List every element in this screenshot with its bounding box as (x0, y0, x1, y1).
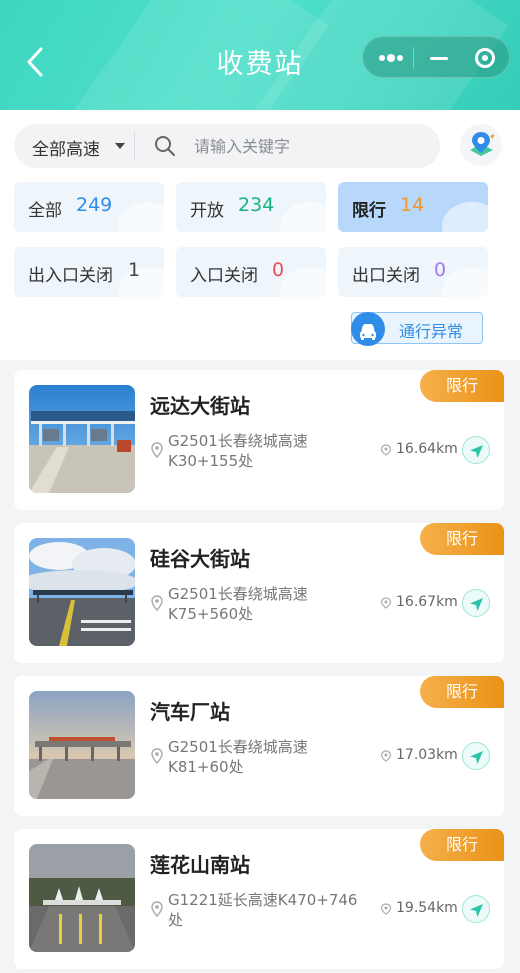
station-distance: 19.54km (396, 900, 458, 916)
status-badge: 限行 (420, 829, 504, 861)
map-button[interactable] (460, 124, 502, 166)
navigate-arrow-icon (470, 445, 483, 458)
stat-count: 1 (128, 259, 141, 281)
station-distance: 17.03km (396, 747, 458, 763)
stat-label: 限行 (352, 201, 386, 221)
stat-label: 开放 (190, 201, 224, 221)
minimize-button[interactable] (423, 37, 459, 79)
stat-tile-restricted[interactable]: 限行 14 (338, 182, 488, 232)
stat-label: 出口关闭 (352, 266, 420, 286)
station-name: 汽车厂站 (150, 700, 230, 724)
search-divider (134, 132, 135, 160)
station-distance: 16.67km (396, 594, 458, 610)
app-header: 收费站 (0, 0, 520, 110)
abnormal-traffic-label: 通行异常 (399, 322, 464, 341)
location-icon (151, 901, 163, 917)
stat-tile-all[interactable]: 全部 249 (14, 182, 164, 232)
stat-tile-both-closed[interactable]: 出入口关闭 1 (14, 247, 164, 297)
navigate-arrow-icon (470, 751, 483, 764)
car-icon (351, 312, 385, 346)
search-bar: 全部高速 (14, 124, 440, 168)
location-icon (151, 442, 163, 458)
station-name: 莲花山南站 (150, 853, 250, 877)
stat-tile-exit-closed[interactable]: 出口关闭 0 (338, 247, 488, 297)
target-icon (475, 48, 495, 68)
search-icon (155, 136, 175, 156)
navigate-button[interactable] (462, 436, 490, 464)
station-photo (29, 385, 135, 493)
station-name: 硅谷大街站 (150, 547, 250, 571)
location-icon (151, 595, 163, 611)
highway-select-value: 全部高速 (32, 140, 100, 160)
stat-count: 14 (400, 194, 425, 216)
status-badge: 限行 (420, 676, 504, 708)
distance-icon (380, 597, 392, 609)
map-pin-icon (470, 132, 494, 156)
station-photo (29, 844, 135, 952)
stat-label: 全部 (28, 201, 62, 221)
stat-count: 0 (434, 259, 447, 281)
highway-select[interactable]: 全部高速 (14, 124, 134, 168)
station-photo (29, 538, 135, 646)
capsule-divider (413, 47, 414, 69)
filter-panel: 全部高速 全部 249 开放 234 限行 14 出入口关闭 1 (0, 110, 520, 360)
stat-tile-open[interactable]: 开放 234 (176, 182, 326, 232)
close-button[interactable] (469, 37, 505, 79)
stat-count: 234 (238, 194, 275, 216)
station-name: 远达大街站 (150, 394, 250, 418)
stat-label: 出入口关闭 (28, 266, 113, 286)
navigate-button[interactable] (462, 895, 490, 923)
stat-label: 入口关闭 (190, 266, 258, 286)
navigate-arrow-icon (470, 598, 483, 611)
station-card[interactable]: 莲花山南站 G1221延长高速K470+746处 19.54km 限行 (14, 829, 504, 969)
station-road: G1221延长高速K470+746处 (168, 891, 358, 929)
navigate-arrow-icon (470, 904, 483, 917)
distance-icon (380, 903, 392, 915)
more-button[interactable] (373, 37, 409, 79)
caret-down-icon (115, 143, 125, 149)
station-road: G2501长春绕城高速K81+60处 (168, 738, 308, 776)
station-distance: 16.64km (396, 441, 458, 457)
location-icon (151, 748, 163, 764)
distance-icon (380, 750, 392, 762)
station-road: G2501长春绕城高速K75+560处 (168, 585, 308, 623)
mini-program-capsule (362, 36, 510, 78)
search-input[interactable] (194, 130, 424, 162)
status-badge: 限行 (420, 370, 504, 402)
stat-count: 249 (76, 194, 113, 216)
navigate-button[interactable] (462, 589, 490, 617)
navigate-button[interactable] (462, 742, 490, 770)
stat-tile-entry-closed[interactable]: 入口关闭 0 (176, 247, 326, 297)
station-card[interactable]: 汽车厂站 G2501长春绕城高速K81+60处 17.03km 限行 (14, 676, 504, 816)
station-road: G2501长春绕城高速K30+155处 (168, 432, 308, 470)
stat-count: 0 (272, 259, 285, 281)
station-card[interactable]: 远达大街站 G2501长春绕城高速K30+155处 16.64km 限行 (14, 370, 504, 510)
station-card[interactable]: 硅谷大街站 G2501长春绕城高速K75+560处 16.67km 限行 (14, 523, 504, 663)
station-photo (29, 691, 135, 799)
abnormal-traffic-button[interactable]: 通行异常 (351, 312, 483, 346)
status-badge: 限行 (420, 523, 504, 555)
distance-icon (380, 444, 392, 456)
